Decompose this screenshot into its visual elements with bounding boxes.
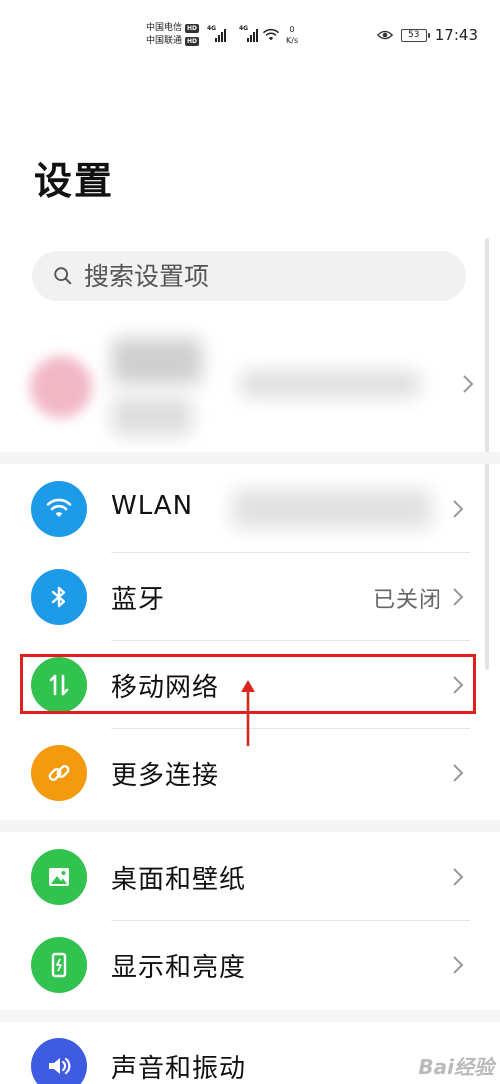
carrier-info: 中国电信 HD 中国联通 HD — [146, 22, 200, 48]
carrier-2-name: 中国联通 — [146, 36, 183, 46]
section-divider — [0, 1010, 500, 1022]
arrow-up-icon — [241, 680, 255, 746]
bluetooth-status: 已关闭 — [372, 588, 442, 613]
page-title: 设置 — [34, 159, 115, 203]
settings-item-label: 声音和振动 — [111, 1054, 247, 1084]
search-icon — [54, 267, 72, 285]
settings-item-label: 显示和亮度 — [111, 953, 247, 983]
chevron-right-icon — [453, 500, 464, 518]
speed-value: 0 — [289, 25, 295, 34]
blurred-account-detail — [240, 370, 420, 398]
status-bar: 中国电信 HD 中国联通 HD 4G 4G 0 K/s 53 17:43 — [0, 0, 500, 60]
battery-icon: 53 — [400, 28, 430, 42]
network-speed: 0 K/s — [286, 24, 298, 46]
account-card[interactable] — [0, 318, 480, 448]
link-icon — [31, 745, 87, 801]
bluetooth-icon — [31, 569, 87, 625]
settings-item-bluetooth[interactable]: 蓝牙 已关闭 — [0, 553, 470, 641]
battery-level: 53 — [408, 29, 420, 40]
blurred-account-name — [112, 338, 202, 384]
blurred-account-info — [112, 396, 192, 436]
speaker-icon — [31, 1038, 87, 1084]
search-input[interactable] — [84, 261, 444, 291]
avatar — [30, 356, 92, 418]
chevron-right-icon — [453, 868, 464, 886]
chevron-right-icon — [453, 764, 464, 782]
settings-item-wlan[interactable]: WLAN — [0, 465, 470, 553]
settings-item-label: 蓝牙 — [111, 585, 166, 615]
search-bar[interactable] — [32, 251, 466, 301]
wifi-status-icon — [262, 28, 280, 41]
section-divider — [0, 820, 500, 832]
settings-item-label: 更多连接 — [111, 761, 220, 791]
chevron-right-icon — [453, 588, 464, 606]
settings-item-label: 桌面和壁纸 — [111, 865, 247, 895]
status-right: 53 17:43 — [376, 26, 478, 44]
chevron-right-icon — [463, 375, 474, 393]
carrier-1-name: 中国电信 — [146, 23, 183, 33]
signal-indicators: 4G 4G — [207, 25, 265, 42]
signal-strength-icon: 4G — [207, 25, 233, 42]
phone-display-icon — [31, 937, 87, 993]
settings-item-display-brightness[interactable]: 显示和亮度 — [0, 921, 470, 1009]
settings-item-more-connections[interactable]: 更多连接 — [0, 729, 470, 817]
settings-item-label: WLAN — [111, 491, 194, 521]
hd-badge: HD — [185, 37, 200, 46]
settings-item-sound-vibration[interactable]: 声音和振动 — [0, 1022, 470, 1084]
section-divider — [0, 452, 500, 464]
eye-comfort-icon — [376, 30, 393, 40]
speed-unit: K/s — [286, 36, 299, 45]
watermark: Bai经验 — [418, 1055, 494, 1079]
wifi-icon — [31, 481, 87, 537]
image-icon — [31, 849, 87, 905]
status-time: 17:43 — [434, 26, 478, 44]
chevron-right-icon — [453, 956, 464, 974]
blurred-wlan-network-name — [232, 489, 432, 529]
hd-badge: HD — [185, 24, 200, 33]
settings-item-home-wallpaper[interactable]: 桌面和壁纸 — [0, 833, 470, 921]
